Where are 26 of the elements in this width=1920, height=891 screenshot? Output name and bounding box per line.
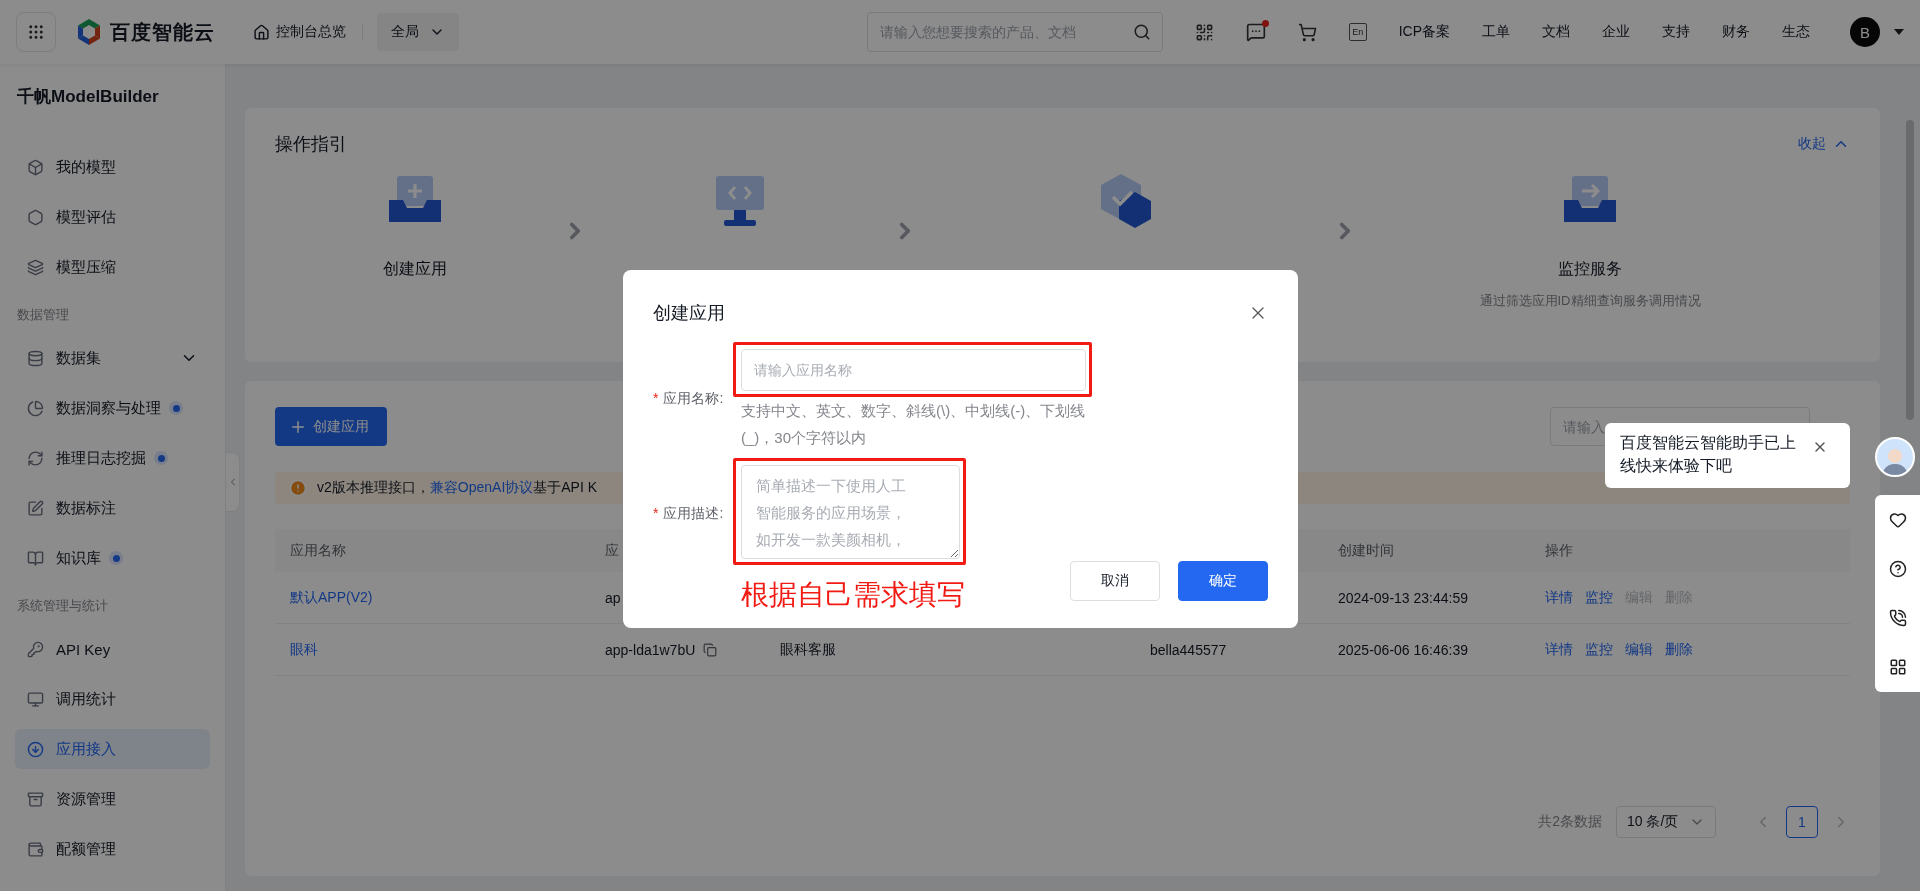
assistant-message: 百度智能云智能助手已上线快来体验下吧 — [1620, 433, 1797, 476]
product-title: 千帆ModelBuilder — [16, 86, 160, 108]
table-cell: ap — [605, 589, 621, 606]
column-header: 应 — [605, 541, 619, 560]
table-cell: app-lda1w7bU — [605, 641, 696, 658]
step-title: 创建应用 — [383, 259, 447, 279]
column-header: 操作 — [1545, 541, 1573, 560]
column-header: 创建时间 — [1338, 541, 1394, 560]
table-cell: 2025-06-06 16:46:39 — [1338, 641, 1468, 658]
step-description: 通过筛选应用ID精细查询服务调用情况 — [1479, 292, 1701, 310]
dialog-title: 创建应用 — [653, 302, 725, 325]
field-hint: 支持中文、英文、数字、斜线(\)、中划线(-)、下划线(_)，30个字符以内 — [741, 401, 1087, 448]
table-cell: 2024-09-13 23:44:59 — [1338, 589, 1468, 606]
field-label: * 应用描述: — [653, 505, 725, 523]
group-label: 数据管理 — [16, 306, 70, 324]
table-cell: bella445577 — [1150, 641, 1227, 658]
column-header: 应用名称 — [290, 541, 346, 560]
annotation-text: 根据自己需求填写 — [741, 578, 965, 612]
step-title: 监控服务 — [1558, 259, 1622, 279]
guide-title: 操作指引 — [275, 133, 347, 156]
field-label: * 应用名称: — [653, 390, 725, 408]
total-count: 共2条数据 — [1538, 813, 1602, 831]
brand-name: 百度智能云 — [110, 19, 215, 45]
notice-text: v2版本推理接口，兼容OpenAI协议基于API K — [317, 479, 598, 497]
group-label: 系统管理与统计 — [16, 597, 109, 615]
table-cell: 眼科客服 — [780, 640, 836, 659]
